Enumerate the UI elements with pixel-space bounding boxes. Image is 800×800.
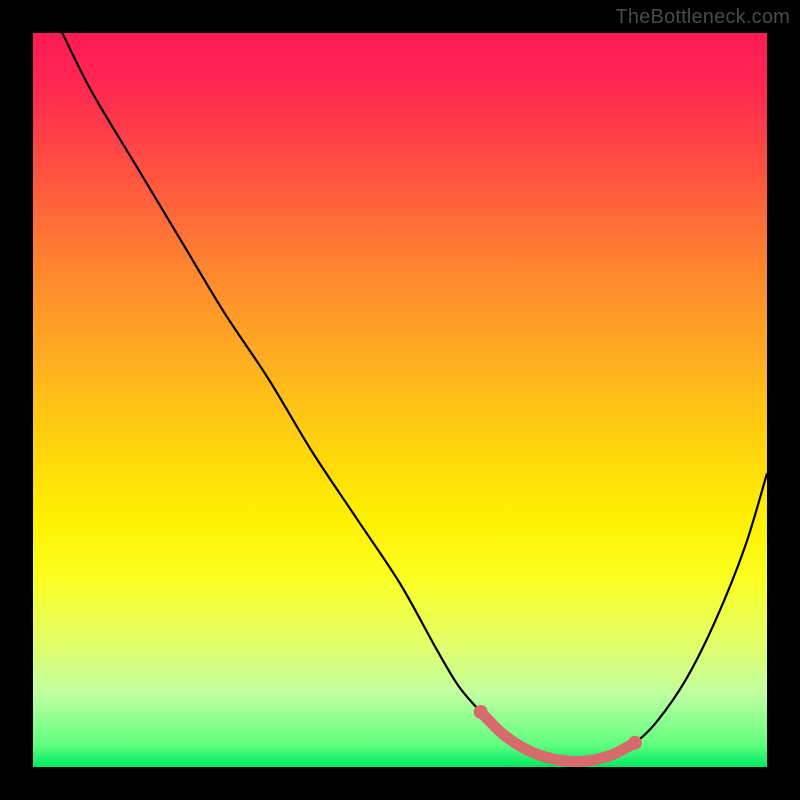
optimal-range-end-dot [628,736,642,750]
bottleneck-curve [62,33,767,761]
watermark-text: TheBottleneck.com [615,6,790,29]
chart-overlay [33,33,767,767]
optimal-range-start-dot [474,705,488,719]
optimal-range-highlight [481,712,635,761]
chart-container: TheBottleneck.com [0,0,800,800]
